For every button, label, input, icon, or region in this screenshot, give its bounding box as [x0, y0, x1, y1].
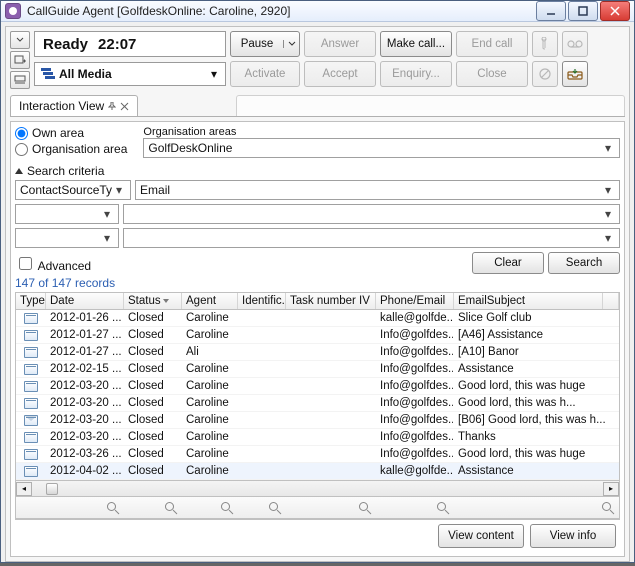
- card-icon: [24, 432, 38, 443]
- tab-close-icon[interactable]: [120, 102, 129, 111]
- table-row[interactable]: 2012-01-26 ...ClosedCarolinekalle@golfde…: [16, 310, 619, 327]
- minimize-button[interactable]: [536, 1, 566, 21]
- window-title: CallGuide Agent [GolfdeskOnline: Carolin…: [27, 4, 536, 18]
- table-row[interactable]: 2012-01-27 ...ClosedCarolineInfo@golfdes…: [16, 327, 619, 344]
- pause-button[interactable]: Pause: [230, 31, 300, 57]
- criteria-value-combo-3[interactable]: ▾: [123, 228, 620, 248]
- card-icon: [24, 466, 38, 477]
- note-icon-button[interactable]: [532, 31, 558, 57]
- tab-empty[interactable]: [236, 95, 625, 116]
- search-icon[interactable]: [601, 501, 615, 515]
- pause-dropdown-icon[interactable]: [283, 40, 299, 48]
- status-box: Ready 22:07: [34, 31, 226, 57]
- make-call-button[interactable]: Make call...: [380, 31, 452, 57]
- voicemail-icon-button[interactable]: [562, 31, 588, 57]
- table-row[interactable]: 2012-04-02 ...ClosedCarolinekalle@golfde…: [16, 463, 619, 480]
- card-icon: [24, 381, 38, 392]
- view-content-button[interactable]: View content: [438, 524, 524, 548]
- col-agent[interactable]: Agent: [182, 293, 238, 309]
- table-row[interactable]: 2012-02-15 ...ClosedCarolineInfo@golfdes…: [16, 361, 619, 378]
- card-icon: [24, 449, 38, 460]
- answer-button[interactable]: Answer: [304, 31, 376, 57]
- grid-header: Type Date Status Agent Identific... Task…: [16, 293, 619, 310]
- scroll-right-icon[interactable]: ▸: [603, 482, 619, 496]
- tab-bar: Interaction View: [10, 95, 625, 117]
- footer: View content View info: [15, 519, 620, 552]
- search-icon[interactable]: [358, 501, 372, 515]
- app-window: CallGuide Agent [GolfdeskOnline: Carolin…: [0, 0, 635, 563]
- add-panel-button[interactable]: [10, 51, 30, 69]
- org-area-radio[interactable]: Organisation area: [15, 142, 127, 156]
- accept-button[interactable]: Accept: [304, 61, 376, 87]
- activate-button[interactable]: Activate: [230, 61, 300, 87]
- card-icon: [24, 347, 38, 358]
- record-count: 147 of 147 records: [15, 276, 620, 290]
- card-icon: [24, 364, 38, 375]
- close-call-button[interactable]: Close: [456, 61, 528, 87]
- col-type[interactable]: Type: [16, 293, 46, 309]
- advanced-checkbox[interactable]: Advanced: [15, 254, 91, 273]
- criteria-value-combo-2[interactable]: ▾: [123, 204, 620, 224]
- criteria-field-combo-2[interactable]: ▾: [15, 204, 119, 224]
- scroll-thumb[interactable]: [46, 483, 58, 495]
- search-criteria-toggle[interactable]: Search criteria: [15, 164, 620, 178]
- search-button[interactable]: Search: [548, 252, 620, 274]
- table-row[interactable]: 2012-03-26 ...ClosedCarolineInfo@golfdes…: [16, 446, 619, 463]
- search-icon[interactable]: [436, 501, 450, 515]
- card-icon: [24, 398, 38, 409]
- triangle-up-icon: [15, 168, 23, 174]
- search-icon[interactable]: [164, 501, 178, 515]
- view-info-button[interactable]: View info: [530, 524, 616, 548]
- grid-body[interactable]: 2012-01-26 ...ClosedCarolinekalle@golfde…: [16, 310, 619, 480]
- end-call-button[interactable]: End call: [456, 31, 528, 57]
- media-selector[interactable]: All Media ▾: [34, 62, 226, 86]
- own-area-radio[interactable]: Own area: [15, 126, 127, 140]
- col-phone[interactable]: Phone/Email: [376, 293, 454, 309]
- col-status[interactable]: Status: [124, 293, 182, 309]
- search-icon[interactable]: [106, 501, 120, 515]
- table-row[interactable]: 2012-03-20 ...ClosedCarolineInfo@golfdes…: [16, 378, 619, 395]
- org-areas-label: Organisation areas: [143, 126, 620, 138]
- envelope-icon: [24, 415, 38, 426]
- col-task[interactable]: Task number IV: [286, 293, 376, 309]
- status-label: Ready: [43, 36, 88, 53]
- criteria-field-combo-3[interactable]: ▾: [15, 228, 119, 248]
- col-subj[interactable]: EmailSubject: [454, 293, 603, 309]
- column-filter-row: [16, 496, 619, 518]
- table-row[interactable]: 2012-03-20 ...ClosedCarolineInfo@golfdes…: [16, 412, 619, 429]
- status-time: 22:07: [98, 36, 136, 53]
- org-areas-combo[interactable]: GolfDeskOnline▾: [143, 138, 620, 158]
- mode-button-2[interactable]: [10, 71, 30, 89]
- col-date[interactable]: Date: [46, 293, 124, 309]
- horizontal-scrollbar[interactable]: ◂ ▸: [16, 480, 619, 496]
- results-grid: Type Date Status Agent Identific... Task…: [15, 292, 620, 519]
- close-button[interactable]: [600, 1, 630, 21]
- app-icon: [5, 3, 21, 19]
- card-icon: [24, 313, 38, 324]
- criteria-field-combo[interactable]: ContactSourceTy▾: [15, 180, 131, 200]
- titlebar[interactable]: CallGuide Agent [GolfdeskOnline: Carolin…: [1, 1, 634, 22]
- chevron-down-icon: ▾: [601, 141, 615, 155]
- maximize-button[interactable]: [568, 1, 598, 21]
- mode-button-1[interactable]: [10, 31, 30, 49]
- col-ident[interactable]: Identific...: [238, 293, 286, 309]
- criteria-value-combo-1[interactable]: Email▾: [135, 180, 620, 200]
- chevron-down-icon: ▾: [207, 67, 221, 81]
- table-row[interactable]: 2012-03-20 ...ClosedCarolineInfo@golfdes…: [16, 429, 619, 446]
- all-media-icon: [39, 67, 55, 81]
- search-icon[interactable]: [220, 501, 234, 515]
- pin-icon[interactable]: [108, 102, 116, 110]
- table-row[interactable]: 2012-01-27 ...ClosedAliInfo@golfdes...[A…: [16, 344, 619, 361]
- cancel-icon-button[interactable]: [532, 61, 558, 87]
- scroll-spacer: [603, 293, 619, 309]
- scroll-left-icon[interactable]: ◂: [16, 482, 32, 496]
- clear-button[interactable]: Clear: [472, 252, 544, 274]
- enquiry-button[interactable]: Enquiry...: [380, 61, 452, 87]
- table-row[interactable]: 2012-03-20 ...ClosedCarolineInfo@golfdes…: [16, 395, 619, 412]
- card-icon: [24, 330, 38, 341]
- tab-interaction-view[interactable]: Interaction View: [10, 95, 138, 116]
- search-icon[interactable]: [268, 501, 282, 515]
- inbox-icon-button[interactable]: [562, 61, 588, 87]
